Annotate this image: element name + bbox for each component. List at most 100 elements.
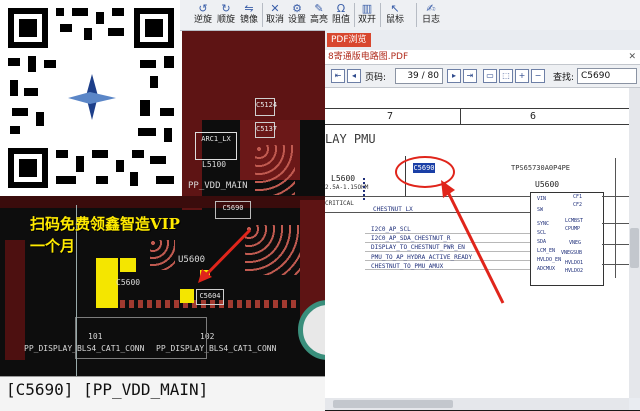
pin-right-7: HVLDO2 <box>565 268 584 274</box>
pin-left-4: SDA <box>537 239 547 245</box>
toolbar-label-5: 高亮 <box>310 15 329 25</box>
annotation-arrow-schematic <box>441 180 505 304</box>
signal-label-0: CHESTNUT LX <box>373 206 413 213</box>
u5600-label: U5600 <box>535 180 560 189</box>
toolbar-separator <box>354 3 355 27</box>
toolbar-label-7: 双开 <box>358 15 377 25</box>
last-page-icon[interactable]: ⇥ <box>463 69 477 83</box>
signal-label-3: DISPLAY_TO_CHESTNUT_PWR_EN <box>371 244 465 251</box>
promo-line-1: 扫码免费领鑫智造VIP <box>30 215 180 233</box>
annotation-arrow-pcb <box>198 228 252 283</box>
label-c5690-pcb: C5690 <box>222 204 244 212</box>
pin-left-5: LCM_EN <box>537 248 556 254</box>
toolbar-label-1: 顺旋 <box>217 15 236 25</box>
pin-right-6: HVLDO1 <box>565 260 584 266</box>
toolbar-separator <box>262 3 263 27</box>
label-c5600: C5600 <box>116 278 141 287</box>
main-toolbar: ↺ 逆旋 ↻ 顺旋 ⇋ 镜像 ✕ 取消 ⚙ 设置 ✎ 高亮 Ω 阻值 ▥ 双开 ↖ 鼠标 ✍ 日志 <box>180 0 640 31</box>
toolbar-button-6[interactable]: Ω 阻值 <box>332 2 350 28</box>
toolbar-label-8: 鼠标 <box>386 15 405 25</box>
critical-label: CRITICAL <box>325 200 354 207</box>
pin-left-6: HVLDO_EN <box>537 257 562 263</box>
toolbar-button-7[interactable]: ▥ 双开 <box>358 2 376 28</box>
l5600-label: L5600 <box>331 174 356 183</box>
signal-label-5: CHESTNUT_TO_PMU_AMUX <box>371 263 444 270</box>
pin-right-2: LCMBST <box>565 218 584 224</box>
toolbar-label-9: 日志 <box>422 15 441 25</box>
vertical-scrollbar[interactable] <box>629 88 640 398</box>
label-c5124: C5124 <box>256 101 278 109</box>
toolbar-button-2[interactable]: ⇋ 镜像 <box>240 2 258 28</box>
highlight-pad-small <box>120 258 136 272</box>
label-l5100: L5100 <box>202 160 227 169</box>
cancel-icon: ✕ <box>270 2 280 15</box>
toolbar-button-1[interactable]: ↻ 顺旋 <box>217 2 235 28</box>
status-text: [C5690] [PP_VDD_MAIN] <box>6 380 209 399</box>
pin-right-0: CF1 <box>573 194 583 200</box>
connector-outline <box>75 317 207 359</box>
inductor-symbol <box>363 178 373 200</box>
close-icon[interactable]: ✕ <box>628 50 636 64</box>
toolbar-button-9[interactable]: ✍ 日志 <box>422 2 440 28</box>
log-icon: ✍ <box>426 2 436 15</box>
signal-label-1: I2C0_AP_SCL <box>371 226 411 233</box>
label-c5137: C5137 <box>256 125 278 133</box>
fit-width-icon[interactable]: ⬚ <box>499 69 513 83</box>
pdf-file-name[interactable]: 8寄通版电路图.PDF <box>328 50 408 64</box>
toolbar-button-0[interactable]: ↺ 逆旋 <box>194 2 212 28</box>
pdf-file-tab-bar: 8寄通版电路图.PDF ✕ <box>325 50 640 65</box>
highlight-icon: ✎ <box>314 2 324 15</box>
rotate-ccw-icon: ↺ <box>198 2 208 15</box>
next-page-icon[interactable]: ▸ <box>447 69 461 83</box>
toolbar-label-6: 阻值 <box>332 15 351 25</box>
horizontal-scrollbar-thumb[interactable] <box>333 400 453 408</box>
column-label-6: 6 <box>530 111 537 122</box>
highlight-pad-c5690 <box>180 289 194 303</box>
net-label-pp-vdd-main: PP_VDD_MAIN <box>188 181 248 191</box>
pin-left-1: SW <box>537 207 544 213</box>
pin-right-5: VNEGSUB <box>561 250 583 256</box>
column-label-7: 7 <box>387 111 394 122</box>
zoom-out-icon[interactable]: − <box>531 69 545 83</box>
toolbar-separator <box>380 3 381 27</box>
search-label: 查找: <box>553 73 575 83</box>
pin-left-2: SYNC <box>537 221 550 227</box>
toolbar-label-2: 镜像 <box>240 15 259 25</box>
status-bar: [C5690] [PP_VDD_MAIN] <box>0 376 325 411</box>
pin-right-4: VNEG <box>569 240 582 246</box>
fit-page-icon[interactable]: ▭ <box>483 69 497 83</box>
toolbar-label-3: 取消 <box>266 15 285 25</box>
page-label: 页码: <box>365 73 387 83</box>
promo-banner: 扫码免费领鑫智造VIP 一个月 <box>30 213 180 257</box>
toolbar-separator <box>416 3 417 27</box>
pin-left-3: SCL <box>537 230 547 236</box>
mirror-icon: ⇋ <box>244 2 254 15</box>
toolbar-label-0: 逆旋 <box>194 15 213 25</box>
vertical-scrollbar-thumb[interactable] <box>630 228 639 268</box>
page-number-input[interactable]: 39 / 80 <box>395 68 443 84</box>
toolbar-button-4[interactable]: ⚙ 设置 <box>288 2 306 28</box>
zoom-in-icon[interactable]: + <box>515 69 529 83</box>
qr-code <box>0 0 182 196</box>
toolbar-button-3[interactable]: ✕ 取消 <box>266 2 284 28</box>
resistance-icon: Ω <box>336 2 346 15</box>
first-page-icon[interactable]: ⇤ <box>331 69 345 83</box>
label-arc1-lx: ARC1_LX <box>201 135 231 143</box>
search-input[interactable]: C5690 <box>577 68 637 84</box>
mouse-pointer-icon: ↖ <box>390 2 400 15</box>
schematic-page[interactable]: 7 6 LAY PMU TPS65730A0P4PE U5600 C5690 L… <box>325 88 629 398</box>
schematic-heading: LAY PMU <box>325 132 376 146</box>
toolbar-button-5[interactable]: ✎ 高亮 <box>310 2 328 28</box>
promo-line-2: 一个月 <box>30 237 76 255</box>
tab-pdf-browser[interactable]: PDF浏览 <box>327 33 371 47</box>
rotate-cw-icon: ↻ <box>221 2 231 15</box>
pin-right-1: CF2 <box>573 202 583 208</box>
prev-page-icon[interactable]: ◂ <box>347 69 361 83</box>
highlight-pad-c5600 <box>96 258 118 308</box>
horizontal-scrollbar[interactable] <box>325 398 629 410</box>
signal-label-2: I2C0_AP_SDA_CHESTNUT_R <box>371 235 451 242</box>
pin-right-3: CPUMP <box>565 226 581 232</box>
toolbar-button-8[interactable]: ↖ 鼠标 <box>386 2 404 28</box>
pdf-toolbar: ⇤ ◂ 页码: 39 / 80 ▸ ⇥ ▭ ⬚ + − 查找: C5690 <box>325 65 640 88</box>
pin-left-0: VIN <box>537 196 547 202</box>
